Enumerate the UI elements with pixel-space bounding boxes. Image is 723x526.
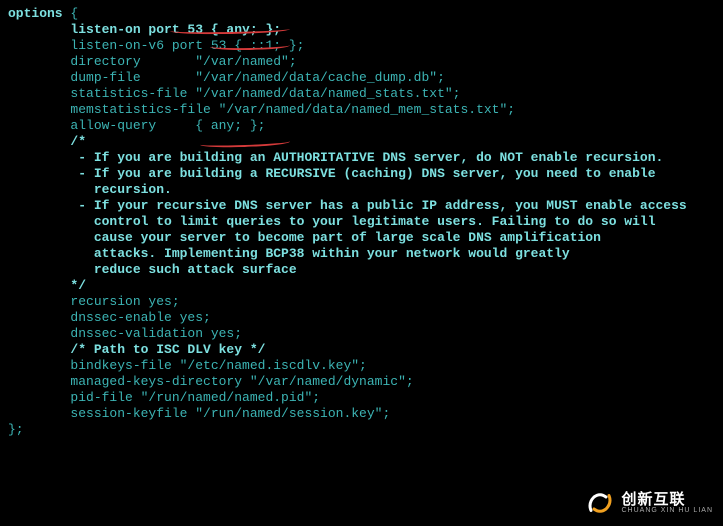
comment-line: reduce such attack surface — [8, 262, 715, 278]
recursion-line: recursion yes; — [8, 294, 715, 310]
comment-line: - If you are building an AUTHORITATIVE D… — [8, 150, 715, 166]
managed-keys-line: managed-keys-directory "/var/named/dynam… — [8, 374, 715, 390]
pid-file-line: pid-file "/run/named/named.pid"; — [8, 390, 715, 406]
closing-brace: }; — [8, 422, 715, 438]
listen-on-v6-line: listen-on-v6 port 53 { ::1; }; — [8, 38, 715, 54]
comment-line: - If your recursive DNS server has a pub… — [8, 198, 715, 214]
session-keyfile-line: session-keyfile "/run/named/session.key"… — [8, 406, 715, 422]
comment-dlv: /* Path to ISC DLV key */ — [8, 342, 715, 358]
watermark-logo-icon — [585, 488, 615, 518]
comment-start: /* — [8, 134, 715, 150]
config-code-block: options { listen-on port 53 { any; }; li… — [8, 6, 715, 438]
memstatistics-file-line: memstatistics-file "/var/named/data/name… — [8, 102, 715, 118]
comment-line: - If you are building a RECURSIVE (cachi… — [8, 166, 715, 182]
statistics-file-line: statistics-file "/var/named/data/named_s… — [8, 86, 715, 102]
listen-on-line: listen-on port 53 { any; }; — [8, 22, 715, 38]
watermark: 创新互联 CHUANG XIN HU LIAN — [585, 488, 713, 518]
comment-end: */ — [8, 278, 715, 294]
watermark-subtitle: CHUANG XIN HU LIAN — [621, 507, 713, 514]
dnssec-validation-line: dnssec-validation yes; — [8, 326, 715, 342]
directory-line: directory "/var/named"; — [8, 54, 715, 70]
bindkeys-file-line: bindkeys-file "/etc/named.iscdlv.key"; — [8, 358, 715, 374]
watermark-title: 创新互联 — [621, 492, 713, 507]
dump-file-line: dump-file "/var/named/data/cache_dump.db… — [8, 70, 715, 86]
dnssec-enable-line: dnssec-enable yes; — [8, 310, 715, 326]
comment-line: cause your server to become part of larg… — [8, 230, 715, 246]
keyword-options: options — [8, 6, 63, 21]
comment-line: control to limit queries to your legitim… — [8, 214, 715, 230]
comment-line: recursion. — [8, 182, 715, 198]
allow-query-line: allow-query { any; }; — [8, 118, 715, 134]
comment-line: attacks. Implementing BCP38 within your … — [8, 246, 715, 262]
